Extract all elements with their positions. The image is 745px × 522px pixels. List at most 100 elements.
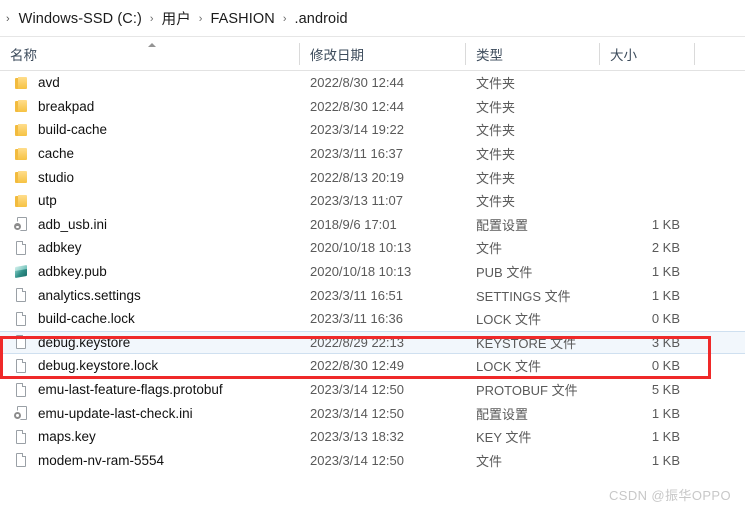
file-icon — [14, 452, 29, 468]
cell-date-modified: 2023/3/11 16:36 — [310, 311, 404, 327]
cell-type: SETTINGS 文件 — [476, 288, 571, 304]
table-row[interactable]: cache 2023/3/11 16:37 文件夹 — [0, 142, 745, 166]
file-icon — [14, 287, 29, 303]
cell-date-modified: 2023/3/14 12:50 — [310, 405, 404, 421]
cell-date-modified: 2023/3/11 16:51 — [310, 287, 404, 303]
cell-date-modified: 2022/8/29 22:13 — [310, 334, 404, 350]
cell-name[interactable]: cache — [0, 142, 300, 166]
table-row[interactable]: analytics.settings 2023/3/11 16:51 SETTING… — [0, 283, 745, 307]
file-icon — [14, 358, 29, 374]
breadcrumb-item-users[interactable]: 用户 — [159, 8, 194, 29]
breadcrumb-item-fashion[interactable]: FASHION — [207, 11, 277, 27]
column-header-date-modified[interactable]: 修改日期 — [300, 37, 466, 71]
cell-type: KEY 文件 — [476, 430, 532, 446]
breadcrumb[interactable]: › Windows-SSD (C:) › 用户 › FASHION › .and… — [0, 0, 745, 37]
table-row[interactable]: build-cache.lock 2023/3/11 16:36 LOCK 文件 0 … — [0, 307, 745, 331]
cell-size: 3 KB — [651, 334, 680, 350]
cell-name[interactable]: adbkey — [0, 236, 300, 260]
cell-size: 0 KB — [651, 311, 680, 327]
cell-name[interactable]: build-cache — [0, 118, 300, 142]
file-name-label: emu-update-last-check.ini — [38, 405, 193, 421]
file-name-label: emu-last-feature-flags.protobuf — [38, 382, 223, 398]
chevron-right-icon: › — [6, 13, 10, 25]
column-header-name[interactable]: 名称 — [0, 37, 300, 71]
cell-name[interactable]: adbkey.pub — [0, 260, 300, 284]
cell-name[interactable]: build-cache.lock — [0, 307, 300, 331]
cell-name[interactable]: emu-last-feature-flags.protobuf — [0, 378, 300, 402]
table-row[interactable]: build-cache 2023/3/14 19:22 文件夹 — [0, 118, 745, 142]
file-name-label: cache — [38, 146, 75, 162]
cell-name[interactable]: adb_usb.ini — [0, 213, 300, 237]
file-name-label: build-cache — [38, 122, 108, 138]
column-header-size[interactable]: 大小 — [600, 37, 695, 71]
cell-date-modified: 2020/10/18 10:13 — [310, 240, 412, 256]
cell-type: 文件夹 — [476, 170, 516, 186]
cell-name[interactable]: avd — [0, 71, 300, 95]
file-list[interactable]: avd 2022/8/30 12:44 文件夹 breakpad 2022/8/30 1… — [0, 71, 745, 501]
sort-ascending-icon — [148, 43, 156, 47]
cell-size: 1 KB — [651, 405, 680, 421]
cell-name[interactable]: emu-update-last-check.ini — [0, 401, 300, 425]
cell-size: 1 KB — [651, 264, 680, 280]
cell-date-modified: 2023/3/13 11:07 — [310, 193, 404, 209]
cell-type: 文件 — [476, 453, 503, 469]
file-explorer-window: › Windows-SSD (C:) › 用户 › FASHION › .and… — [0, 0, 745, 522]
cell-type: LOCK 文件 — [476, 312, 542, 328]
table-row[interactable]: adbkey 2020/10/18 10:13 文件 2 KB — [0, 236, 745, 260]
column-header-type[interactable]: 类型 — [466, 37, 600, 71]
cell-name[interactable]: maps.key — [0, 425, 300, 449]
table-row[interactable]: breakpad 2022/8/30 12:44 文件夹 — [0, 95, 745, 119]
breadcrumb-item-android[interactable]: .android — [292, 11, 351, 27]
cell-size — [600, 165, 686, 189]
table-row[interactable]: emu-last-feature-flags.protobuf 2023/3/14… — [0, 378, 745, 402]
folder-icon — [14, 146, 29, 162]
table-row[interactable]: debug.keystore 2022/8/29 22:13 KEYSTORE 文件… — [0, 330, 745, 355]
column-header-spacer — [695, 37, 745, 71]
table-row[interactable]: maps.key 2023/3/13 18:32 KEY 文件 1 KB — [0, 425, 745, 449]
cell-name[interactable]: analytics.settings — [0, 283, 300, 307]
cell-size — [600, 95, 686, 119]
cell-date-modified: 2020/10/18 10:13 — [310, 264, 412, 280]
cell-name[interactable]: debug.keystore — [0, 332, 300, 354]
file-name-label: debug.keystore — [38, 334, 131, 350]
cell-size — [600, 71, 686, 95]
cell-type: 文件夹 — [476, 99, 516, 115]
file-name-label: utp — [38, 193, 57, 209]
cell-name[interactable]: breakpad — [0, 95, 300, 119]
cell-date-modified: 2022/8/30 12:44 — [310, 98, 404, 114]
folder-icon — [14, 193, 29, 209]
file-icon — [14, 382, 29, 398]
breadcrumb-item-drive[interactable]: Windows-SSD (C:) — [16, 11, 145, 27]
cell-type: 文件 — [476, 241, 503, 257]
pub-file-icon — [14, 264, 29, 280]
cell-name[interactable]: modem-nv-ram-5554 — [0, 449, 300, 473]
table-row[interactable]: studio 2022/8/13 20:19 文件夹 — [0, 165, 745, 189]
ini-file-icon — [14, 405, 29, 421]
cell-size — [600, 142, 686, 166]
table-row[interactable]: emu-update-last-check.ini 2023/3/14 12:50… — [0, 401, 745, 425]
chevron-right-icon: › — [149, 13, 154, 25]
file-name-label: maps.key — [38, 429, 96, 445]
table-row[interactable]: adbkey.pub 2020/10/18 10:13 PUB 文件 1 KB — [0, 260, 745, 284]
cell-type: PUB 文件 — [476, 265, 533, 281]
column-header-type-label: 类型 — [476, 48, 503, 63]
cell-name[interactable]: studio — [0, 165, 300, 189]
table-row[interactable]: adb_usb.ini 2018/9/6 17:01 配置设置 1 KB — [0, 213, 745, 237]
file-name-label: adbkey — [38, 240, 82, 256]
cell-size: 1 KB — [651, 452, 680, 468]
table-row[interactable]: modem-nv-ram-5554 2023/3/14 12:50 文件 1 KB — [0, 449, 745, 473]
table-row[interactable]: utp 2023/3/13 11:07 文件夹 — [0, 189, 745, 213]
table-row[interactable]: debug.keystore.lock 2022/8/30 12:49 LOCK 文… — [0, 354, 745, 378]
cell-date-modified: 2023/3/11 16:37 — [310, 146, 404, 162]
cell-type: 文件夹 — [476, 123, 516, 139]
chevron-right-icon: › — [198, 13, 203, 25]
table-row[interactable]: avd 2022/8/30 12:44 文件夹 — [0, 71, 745, 95]
column-header-size-label: 大小 — [610, 48, 637, 63]
column-header-date-label: 修改日期 — [310, 48, 364, 63]
folder-icon — [14, 169, 29, 185]
cell-name[interactable]: debug.keystore.lock — [0, 354, 300, 378]
cell-type: 配置设置 — [476, 217, 529, 233]
cell-name[interactable]: utp — [0, 189, 300, 213]
cell-date-modified: 2023/3/14 12:50 — [310, 452, 404, 468]
file-name-label: debug.keystore.lock — [38, 358, 159, 374]
